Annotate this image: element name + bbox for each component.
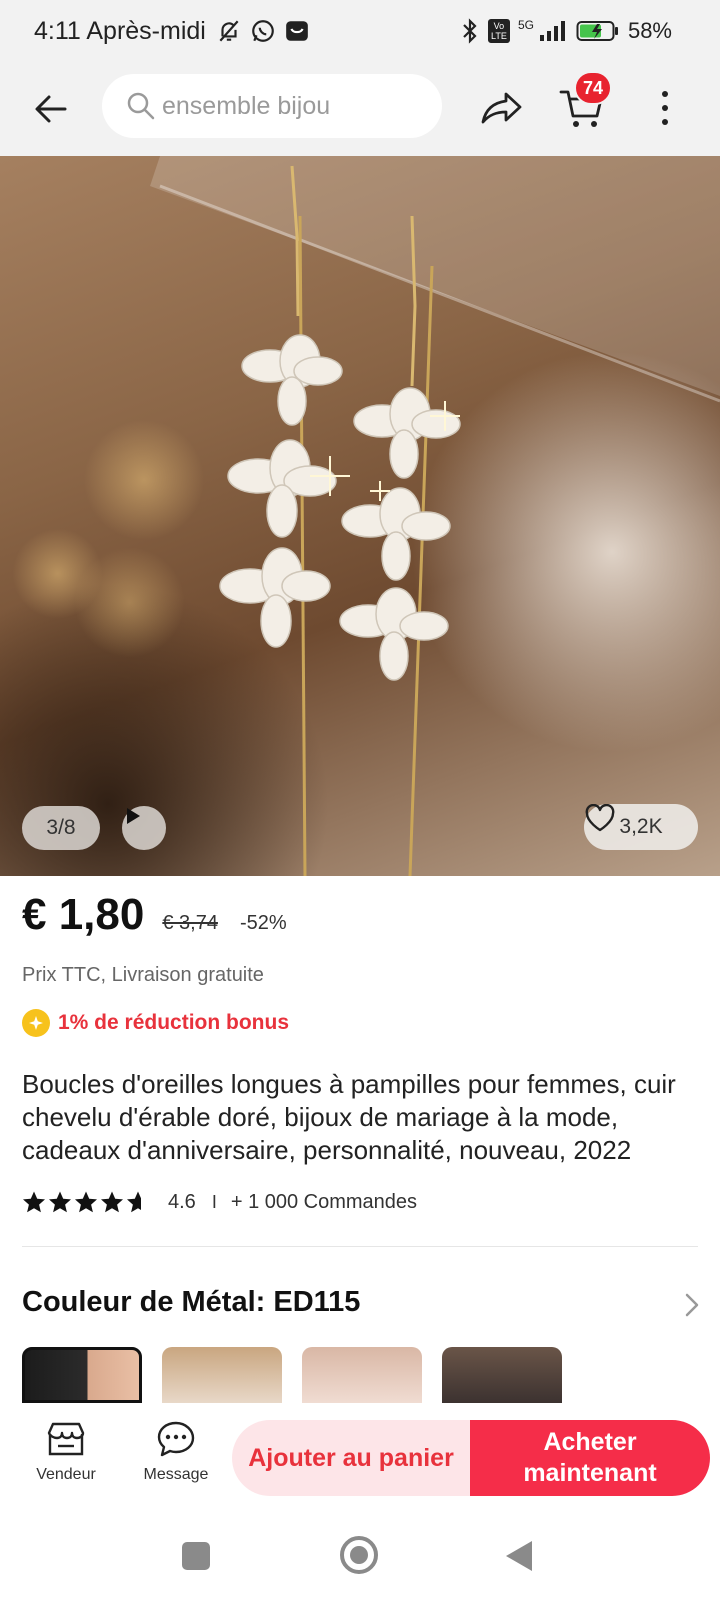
home-icon[interactable]	[340, 1536, 378, 1574]
section-divider	[22, 1246, 698, 1247]
wishlist-button[interactable]: 3,2K	[584, 804, 698, 850]
rating-row[interactable]: 4.6 I + 1 000 Commandes	[22, 1190, 417, 1214]
variant-title: Couleur de Métal: ED115	[22, 1286, 361, 1318]
vendor-label: Vendeur	[36, 1466, 96, 1483]
volte-badge: Vo LTE	[487, 19, 510, 43]
status-time: 4:11 Après-midi	[34, 17, 206, 45]
bottom-action-bar: Vendeur Message Ajouter au panier Achete…	[0, 1404, 720, 1514]
product-title: Boucles d'oreilles longues à pampilles p…	[22, 1069, 676, 1165]
star-icon	[75, 1191, 97, 1213]
message-label: Message	[143, 1466, 209, 1483]
share-icon[interactable]	[478, 84, 526, 132]
system-navigation-bar	[0, 1514, 720, 1600]
buy-now-button[interactable]: Acheter maintenant	[470, 1420, 710, 1496]
heart-icon	[585, 804, 615, 832]
status-system-icons: Vo LTE 5G 58%	[460, 18, 672, 44]
star-icon	[101, 1191, 123, 1213]
top-app-bar: ensemble bijou 74	[0, 66, 720, 156]
star-icon	[23, 1191, 45, 1213]
variant-thumbnail[interactable]	[442, 1347, 562, 1403]
bluetooth-icon	[463, 18, 477, 44]
variant-thumbnail[interactable]	[162, 1347, 282, 1403]
network-type: 5G	[517, 18, 534, 32]
search-input[interactable]: ensemble bijou	[102, 74, 442, 138]
bonus-discount[interactable]: 1% de réduction bonus	[22, 1009, 289, 1037]
rating-stars	[22, 1190, 150, 1214]
current-price: € 1,80	[22, 890, 145, 939]
star-icon	[49, 1191, 71, 1213]
product-image-gallery[interactable]: 3/8 3,2K	[0, 156, 720, 876]
cart-count-badge: 74	[574, 71, 612, 105]
original-price: € 3,74	[162, 912, 218, 934]
rating-separator: I	[211, 1191, 217, 1212]
battery-charging-icon	[576, 21, 618, 41]
product-photo-earrings	[150, 156, 720, 876]
more-vertical-icon	[662, 91, 668, 97]
system-back-icon[interactable]	[506, 1541, 532, 1571]
variant-thumbnail-selected[interactable]	[22, 1347, 142, 1403]
play-icon	[127, 808, 140, 824]
bonus-text: 1% de réduction bonus	[58, 1011, 290, 1034]
purchase-buttons: Ajouter au panier Acheter maintenant	[232, 1420, 710, 1496]
order-count: + 1 000 Commandes	[230, 1190, 418, 1213]
status-bar: 4:11 Après-midi Vo LTE 5G 58%	[0, 0, 720, 66]
rating-value: 4.6	[168, 1190, 196, 1213]
mute-bell-icon	[219, 20, 239, 42]
variant-thumbnail[interactable]	[302, 1347, 422, 1403]
back-arrow-icon	[35, 95, 67, 123]
bonus-coin-icon	[22, 1009, 50, 1037]
chat-icon	[157, 1421, 195, 1457]
app-notification-icon	[286, 21, 308, 41]
wishlist-count: 3,2K	[619, 815, 663, 838]
whatsapp-icon	[252, 20, 274, 42]
recent-apps-icon[interactable]	[182, 1542, 210, 1570]
message-button[interactable]: Message	[134, 1420, 218, 1484]
search-icon	[127, 92, 155, 120]
add-to-cart-button[interactable]: Ajouter au panier	[232, 1420, 470, 1496]
more-options-button[interactable]	[650, 84, 680, 132]
variant-thumbnails	[22, 1347, 562, 1403]
battery-percent: 58%	[627, 18, 672, 43]
vendor-button[interactable]: Vendeur	[26, 1420, 106, 1484]
play-video-button[interactable]	[122, 806, 166, 850]
back-button[interactable]	[28, 86, 74, 132]
search-query: ensemble bijou	[162, 91, 331, 120]
price-row: € 1,80 € 3,74 -52%	[22, 890, 287, 940]
signal-icon	[539, 21, 565, 41]
discount-percent: -52%	[239, 912, 287, 934]
tax-shipping-note: Prix TTC, Livraison gratuite	[22, 964, 264, 986]
chevron-right-icon[interactable]	[682, 1290, 702, 1320]
store-icon	[47, 1422, 85, 1456]
half-star-icon	[127, 1191, 141, 1213]
status-notifications	[216, 18, 310, 44]
image-counter: 3/8	[22, 806, 100, 850]
